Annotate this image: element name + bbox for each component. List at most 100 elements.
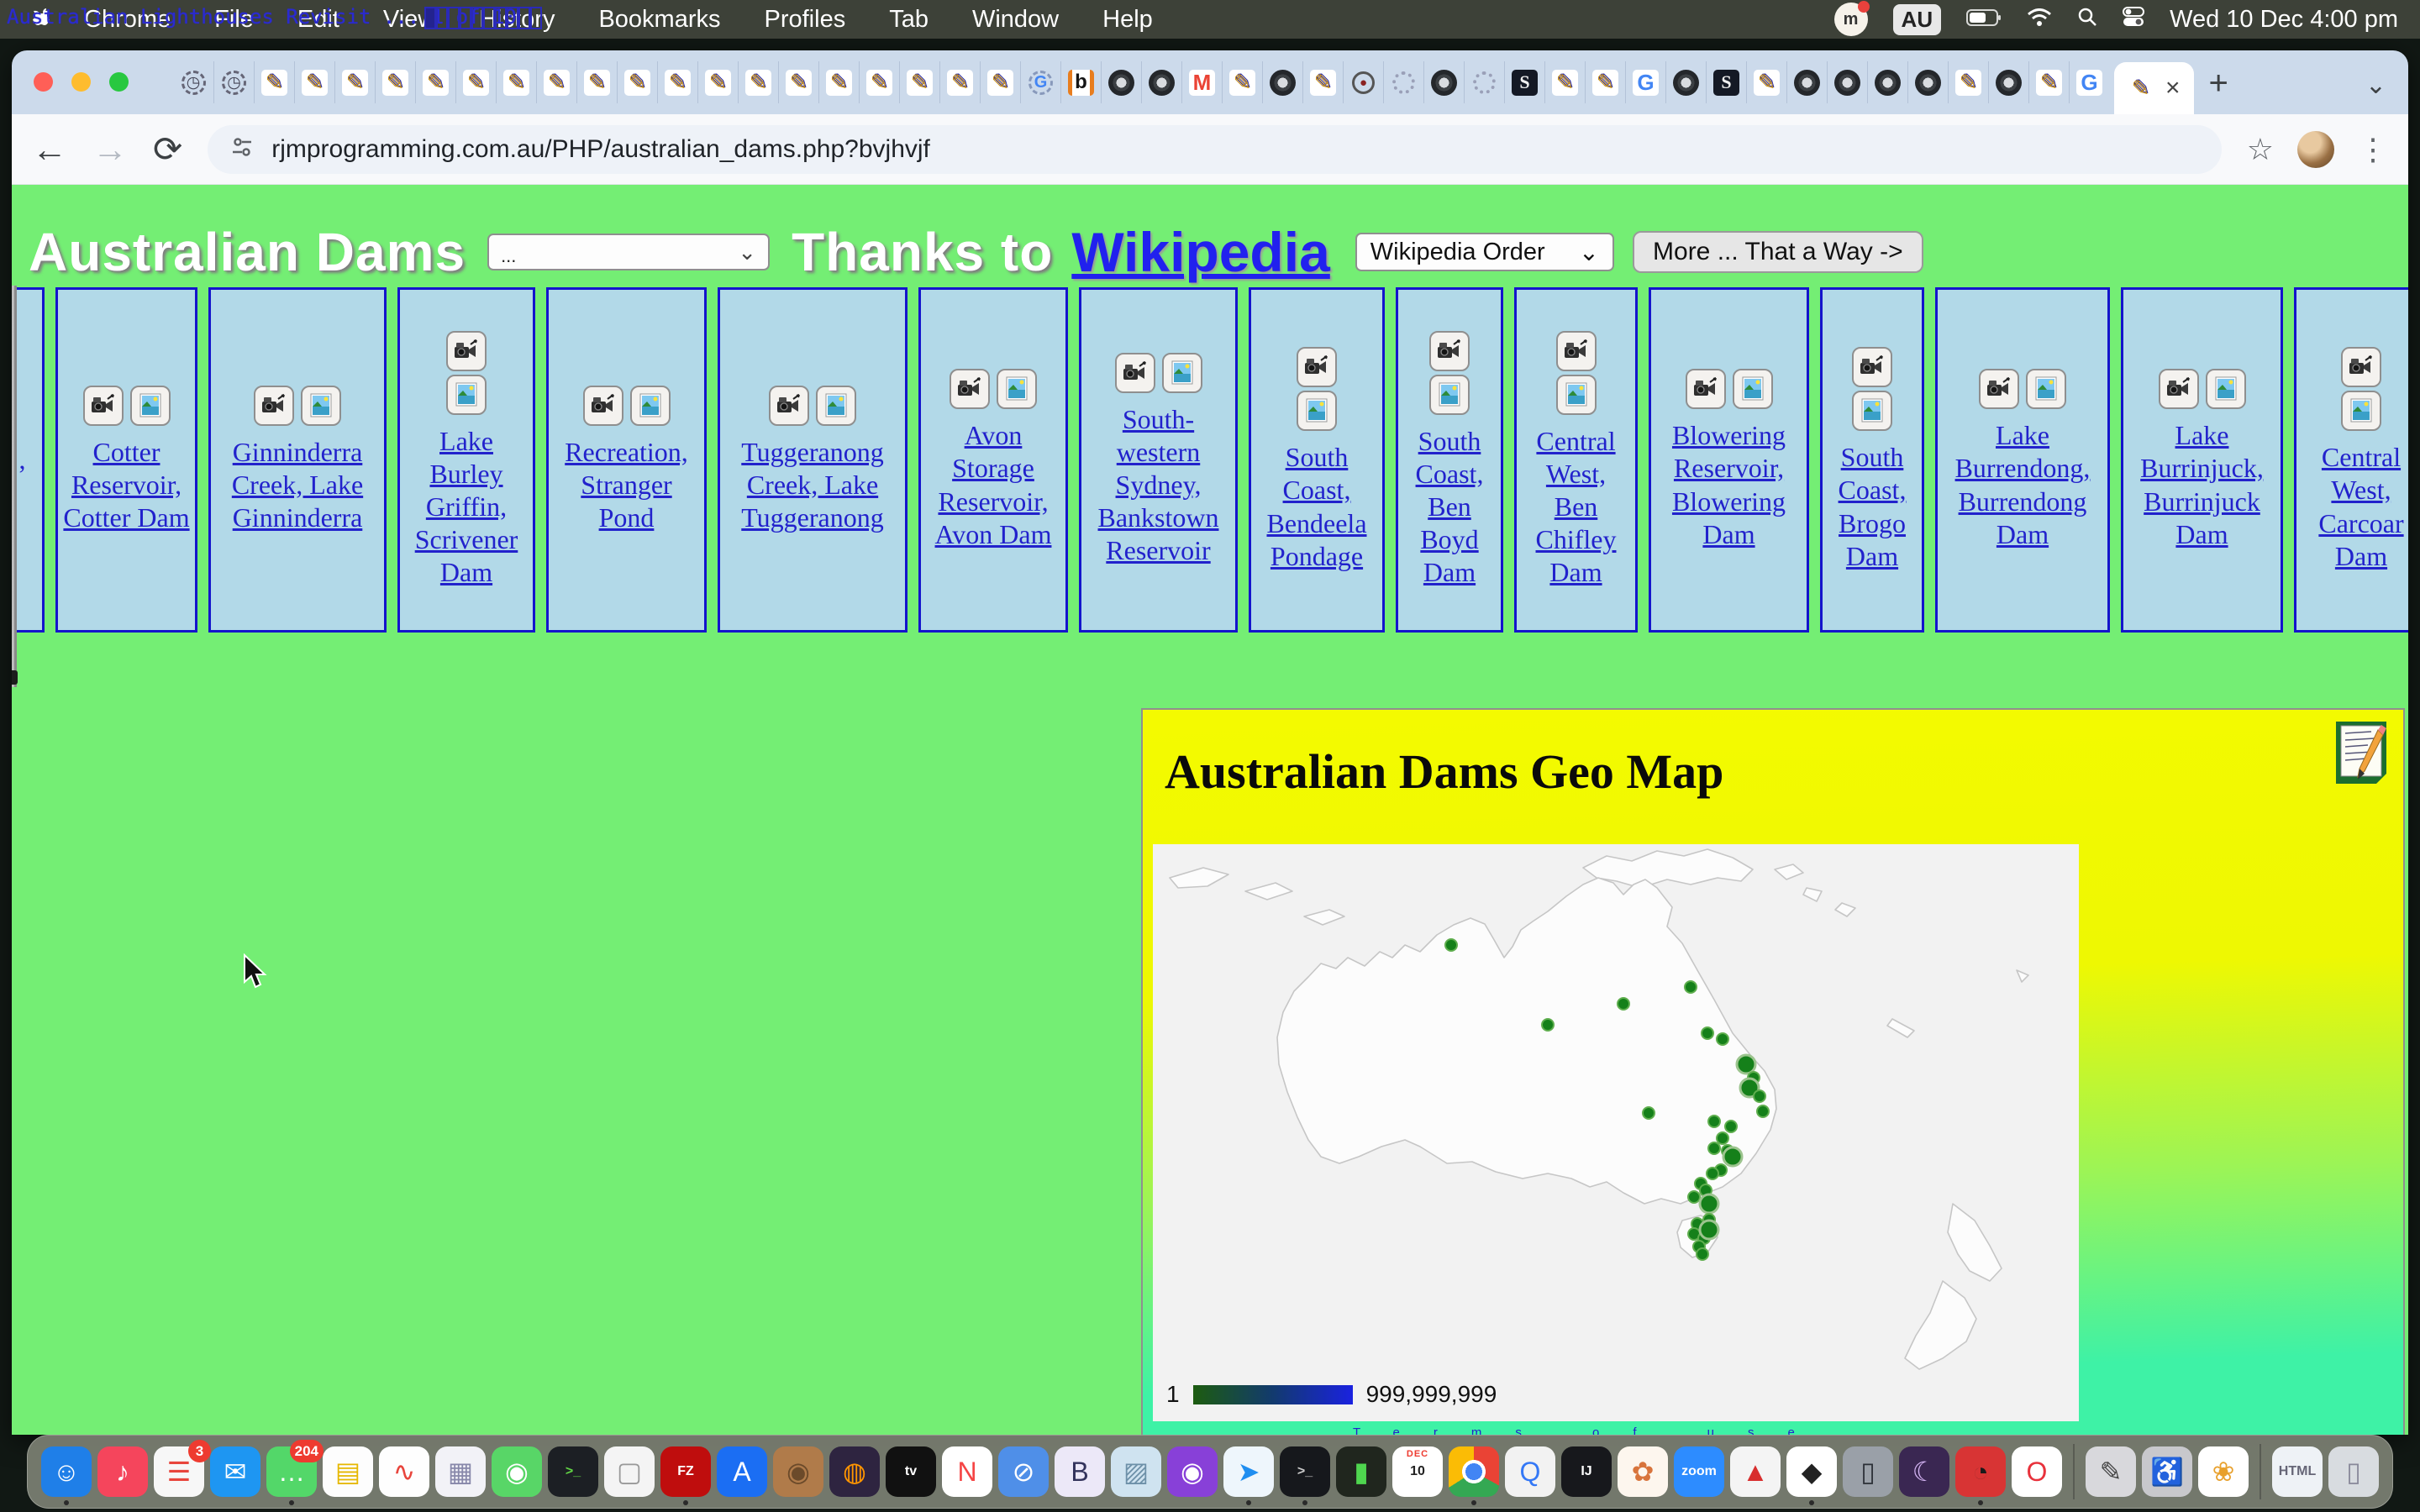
dam-location-dot[interactable] [1754,1090,1765,1102]
dock-icon-quicktime[interactable]: Q [1505,1446,1555,1497]
pinned-tab-chrome-icon[interactable] [1867,61,1907,103]
window-controls[interactable] [34,72,129,92]
video-camera-icon-button[interactable] [950,369,990,409]
pinned-tab-pencil-icon[interactable]: ✎ [496,61,536,103]
zoom-window-button[interactable] [109,72,129,92]
tab-search-button[interactable]: ⌄ [2365,71,2386,100]
video-camera-icon-button[interactable] [1556,331,1597,371]
more-that-a-way-button[interactable]: More ... That a Way -> [1633,231,1923,273]
bookmark-star-icon[interactable]: ☆ [2247,132,2274,167]
pinned-tab-pencil-icon[interactable]: ✎ [980,61,1020,103]
new-tab-button[interactable]: + [2209,65,2228,102]
pinned-tab-chrome-icon[interactable] [1907,61,1948,103]
dock-icon-safari[interactable]: ➤ [1223,1446,1274,1497]
pinned-tab-sdark-icon[interactable]: S [1706,61,1746,103]
dam-link[interactable]: Recreation, Stranger Pond [554,436,699,534]
pinned-tab-chrome-icon[interactable] [1827,61,1867,103]
picture-icon-button[interactable] [301,386,341,426]
dock-icon-game-app[interactable]: ☾ [1899,1446,1949,1497]
dock-icon-exec-terminal[interactable]: >_ [548,1446,598,1497]
control-center-icon[interactable] [2123,6,2144,34]
back-button[interactable]: ← [32,132,67,167]
dock-icon-contacts[interactable]: ◉ [773,1446,823,1497]
pinned-tab-spinner-icon[interactable] [1383,61,1423,103]
menu-help[interactable]: Help [1081,6,1175,34]
picture-icon-button[interactable] [2206,369,2246,409]
dam-location-dot[interactable] [1723,1147,1742,1166]
pinned-tab-chrome-icon[interactable] [1101,61,1141,103]
pinned-tab-pencil-icon[interactable]: ✎ [1746,61,1786,103]
pinned-tab-pencil-icon[interactable]: ✎ [455,61,496,103]
video-camera-icon-button[interactable] [254,386,294,426]
pinned-tab-pencil-icon[interactable]: ✎ [657,61,697,103]
dock-icon-iphone-mirroring[interactable]: ▯ [1843,1446,1893,1497]
dam-link[interactable]: Lake Burrinjuck, Burrinjuck Dam [2128,419,2275,550]
app-status-icon[interactable]: m [1834,3,1868,36]
pinned-tab-chrome-icon[interactable] [1786,61,1827,103]
dock-icon-news[interactable]: N [942,1446,992,1497]
video-camera-icon-button[interactable] [1429,331,1470,371]
address-bar[interactable]: rjmprogramming.com.au/PHP/australian_dam… [208,125,2222,174]
left-edge-scroll-strip[interactable] [12,286,17,687]
pinned-tab-gdash-icon[interactable]: G [1020,61,1060,103]
dam-location-dot[interactable] [1700,1221,1718,1239]
menu-clock[interactable]: Wed 10 Dec 4:00 pm [2170,6,2398,34]
dam-link[interactable]: Lake Burley Griffin, Scrivener Dam [405,425,528,589]
picture-icon-button[interactable] [446,375,487,415]
dam-link[interactable]: , [19,444,26,476]
url-text[interactable]: rjmprogramming.com.au/PHP/australian_dam… [271,135,930,164]
input-source-badge[interactable]: AU [1893,4,1942,35]
minimize-window-button[interactable] [71,72,91,92]
dock-icon-terminal[interactable]: >_ [1280,1446,1330,1497]
dam-location-dot[interactable] [1707,1168,1718,1179]
dam-location-dot[interactable] [1700,1194,1718,1213]
pinned-tab-chrome-icon[interactable] [1665,61,1706,103]
dam-link[interactable]: Central West, Carcoar Dam [2302,441,2408,572]
pinned-tab-pencil-icon[interactable]: ✎ [334,61,375,103]
dam-location-dot[interactable] [1445,939,1457,951]
pinned-tab-pencil-icon[interactable]: ✎ [1948,61,1988,103]
dam-location-dot[interactable] [1702,1027,1713,1039]
menu-window[interactable]: Window [950,6,1081,34]
pinned-tab-pencil-icon[interactable]: ✎ [899,61,939,103]
dock-icon-apple-tv[interactable]: tv [886,1446,936,1497]
pinned-tab-pencil-icon[interactable]: ✎ [375,61,415,103]
dock-icon-filezilla[interactable]: FZ [660,1446,711,1497]
video-camera-icon-button[interactable] [1686,369,1726,409]
pinned-tab-pencil-icon[interactable]: ✎ [778,61,818,103]
dock-icon-prism-app[interactable]: ▲ [1730,1446,1781,1497]
wikipedia-link[interactable]: Wikipedia [1071,220,1329,284]
order-select[interactable]: Wikipedia Order ⌄ [1355,233,1614,271]
video-camera-icon-button[interactable] [2159,369,2199,409]
dock-icon-facetime[interactable]: ◉ [492,1446,542,1497]
picture-icon-button[interactable] [1556,375,1597,415]
dam-location-dot[interactable] [1618,998,1629,1010]
pinned-tab-pencil-icon[interactable]: ✎ [818,61,859,103]
video-camera-icon-button[interactable] [1297,347,1337,387]
dock-icon-notes[interactable]: ▤ [323,1446,373,1497]
dam-link[interactable]: South Coast, Bendeela Pondage [1256,441,1377,572]
dam-location-dot[interactable] [1643,1107,1655,1119]
dam-link[interactable]: South Coast, Ben Boyd Dam [1403,425,1496,589]
dam-location-dot[interactable] [1757,1105,1769,1117]
dock-icon-launchpad[interactable]: ▦ [435,1446,486,1497]
menu-profiles[interactable]: Profiles [743,6,868,34]
forward-button[interactable]: → [92,132,128,167]
dock-icon-textedit[interactable]: ▢ [604,1446,655,1497]
dock-icon-preview[interactable]: ▨ [1111,1446,1161,1497]
dock-icon-music[interactable]: ♪ [97,1446,148,1497]
pinned-tab-chrome-icon[interactable] [1988,61,2028,103]
pinned-tabs[interactable]: ◷◷✎✎✎✎✎✎✎✎✎✎✎✎✎✎✎✎✎✎✎GbM✎✎●S✎✎GS✎✎✎G [173,50,2109,114]
pinned-tab-pencil-icon[interactable]: ✎ [617,61,657,103]
dam-link[interactable]: Cotter Reservoir, Cotter Dam [63,436,190,534]
dock-icon-intellij[interactable]: IJ [1561,1446,1612,1497]
pinned-tab-chrome-icon[interactable] [1423,61,1464,103]
pinned-tab-pencil-icon[interactable]: ✎ [939,61,980,103]
menu-bookmarks[interactable]: Bookmarks [576,6,742,34]
video-camera-icon-button[interactable] [1852,347,1892,387]
dam-location-dot[interactable] [1717,1132,1728,1144]
pinned-tab-pencil-icon[interactable]: ✎ [859,61,899,103]
video-camera-icon-button[interactable] [583,386,623,426]
video-camera-icon-button[interactable] [1979,369,2019,409]
pinned-tab-target-icon[interactable]: ● [1343,61,1383,103]
